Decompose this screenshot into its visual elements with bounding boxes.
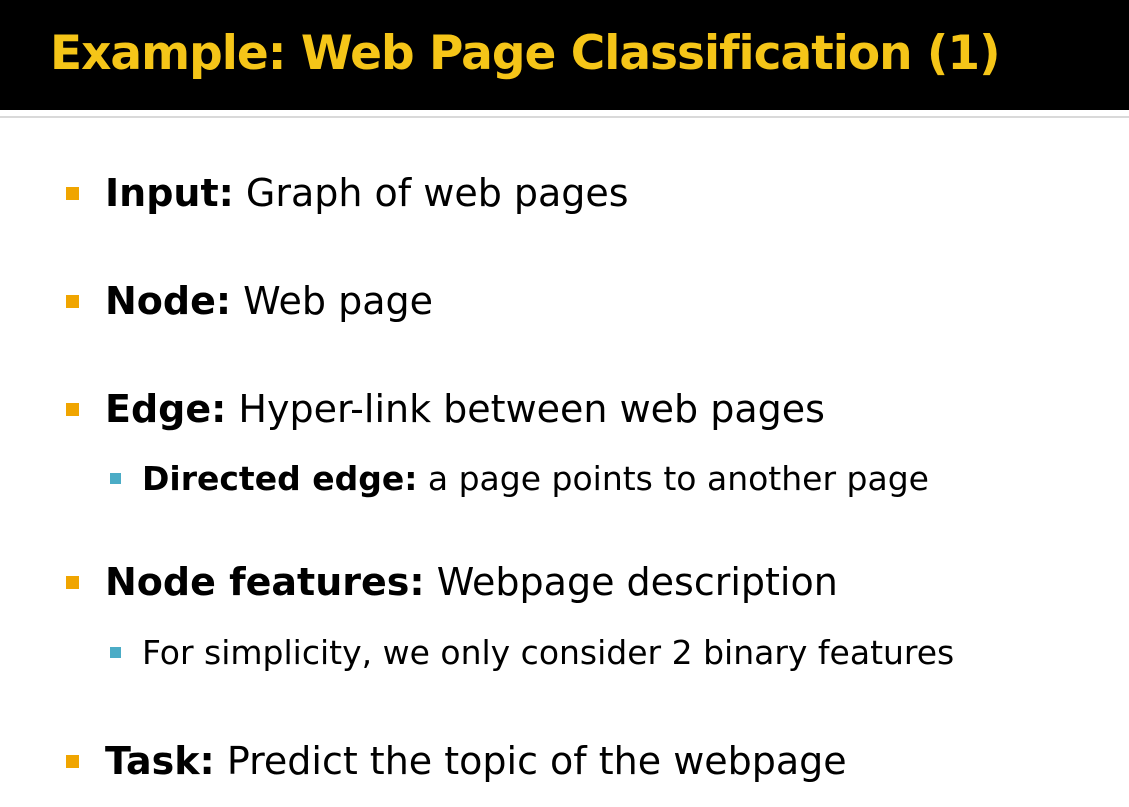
square-bullet-icon [66,186,79,200]
square-bullet-icon [66,754,79,768]
bullet-text: Predict the topic of the webpage [214,739,847,783]
sub-bullet-simplicity: For simplicity, we only consider 2 binar… [110,627,954,677]
square-bullet-icon [66,575,79,589]
square-sub-bullet-icon [110,472,121,484]
sub-bullet-text: For simplicity, we only consider 2 binar… [142,632,955,672]
square-bullet-icon [66,402,79,416]
bullet-task: Task: Predict the topic of the webpage [66,731,847,791]
bullet-node: Node: Web page [66,271,433,331]
sub-bullet-label: Directed edge: [142,458,418,498]
bullet-node-features: Node features: Webpage description [66,552,838,612]
bullet-label: Input: [105,171,234,215]
bullet-input: Input: Graph of web pages [66,163,629,223]
bullet-text: Graph of web pages [233,171,629,215]
bullet-label: Node features: [105,560,425,604]
bullet-text: Web page [231,279,434,323]
bullet-label: Node: [105,279,232,323]
bullet-text: Hyper-link between web pages [226,387,825,431]
sub-bullet-text: a page points to another page [417,458,929,498]
sub-bullet-directed-edge: Directed edge: a page points to another … [110,453,929,503]
title-bar: Example: Web Page Classification (1) [0,0,1129,110]
square-sub-bullet-icon [110,646,121,658]
bullet-label: Task: [105,739,215,783]
title-divider [0,116,1129,118]
slide-title: Example: Web Page Classification (1) [50,26,1001,81]
bullet-label: Edge: [105,387,227,431]
square-bullet-icon [66,294,79,308]
bullet-edge: Edge: Hyper-link between web pages [66,379,825,439]
bullet-text: Webpage description [424,560,838,604]
